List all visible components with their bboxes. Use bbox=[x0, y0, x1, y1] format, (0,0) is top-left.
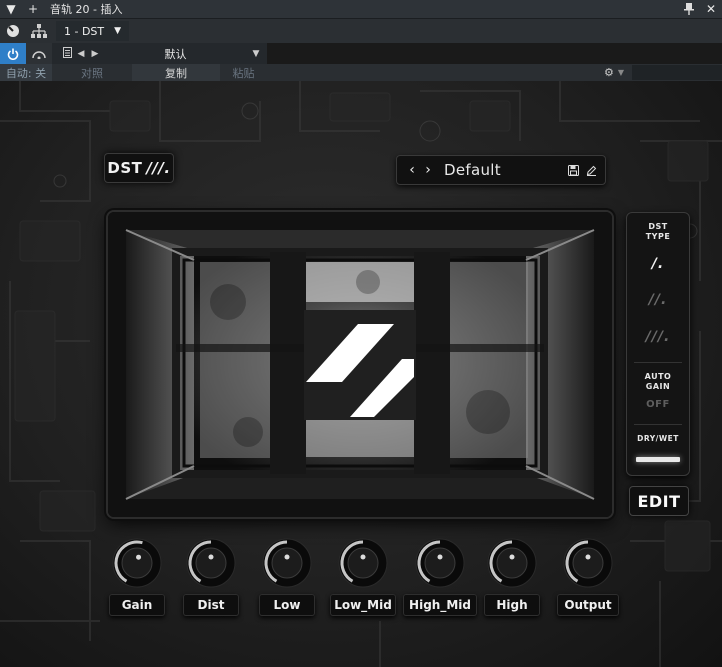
close-icon[interactable]: ✕ bbox=[700, 0, 722, 19]
gear-icon: ⚙ bbox=[603, 66, 614, 79]
track-select[interactable]: 1 - DST ▼ bbox=[56, 21, 130, 41]
host-preset-select[interactable]: ◀ ▶ 默认 ▼ bbox=[60, 43, 267, 64]
bypass-button[interactable] bbox=[26, 43, 52, 64]
plugin-preset-name[interactable]: Default bbox=[444, 161, 564, 179]
logo-slashes: ///. bbox=[146, 159, 171, 177]
previous-preset-icon[interactable]: ‹ bbox=[404, 162, 420, 178]
track-toolbar: 1 - DST ▼ bbox=[0, 19, 722, 43]
auto-gain-label-1: AUTO bbox=[644, 372, 672, 381]
preset-toolbar: ◀ ▶ 默认 ▼ bbox=[0, 43, 267, 64]
settings-button[interactable]: ⚙ ▼ bbox=[597, 64, 631, 81]
separator bbox=[634, 362, 682, 363]
knob-label-gain: Gain bbox=[109, 594, 165, 616]
paste-button[interactable]: 粘贴 bbox=[220, 64, 267, 81]
track-select-label: 1 - DST bbox=[64, 24, 105, 38]
dst-type-label-2: TYPE bbox=[645, 232, 671, 241]
host-title-bar: ▼ + 音轨 20 - 插入 ✕ bbox=[0, 0, 722, 19]
automation-button[interactable]: 自动: 关 bbox=[0, 64, 52, 81]
plugin-panel: DST ///. ‹ › Default DST TYPE /. //. ///… bbox=[0, 81, 722, 667]
knob-low-mid[interactable] bbox=[337, 537, 389, 589]
preset-list-icon[interactable] bbox=[60, 46, 74, 61]
copy-button[interactable]: 复制 bbox=[132, 64, 220, 81]
power-button[interactable] bbox=[0, 43, 26, 64]
plugin-preset-bar: ‹ › Default bbox=[396, 155, 606, 185]
visualizer-display bbox=[108, 212, 612, 517]
next-preset-icon[interactable]: ▶ bbox=[88, 49, 102, 59]
chevron-down-icon: ▼ bbox=[114, 26, 122, 36]
auto-gain-label-2: GAIN bbox=[645, 382, 671, 391]
knob-low[interactable] bbox=[261, 537, 313, 589]
knob-dist[interactable] bbox=[185, 537, 237, 589]
dst-type-option-2[interactable]: //. bbox=[626, 292, 690, 308]
network-icon[interactable] bbox=[26, 19, 52, 43]
dst-type-option-1[interactable]: /. bbox=[626, 256, 690, 272]
dry-wet-slider[interactable] bbox=[636, 457, 680, 462]
chevron-down-icon: ▼ bbox=[252, 48, 260, 59]
knob-label-low-mid: Low_Mid bbox=[330, 594, 396, 616]
knob-label-output: Output bbox=[557, 594, 619, 616]
logo-text: DST bbox=[107, 159, 143, 177]
dst-type-label-1: DST bbox=[648, 222, 668, 231]
compare-toolbar: 自动: 关 对照 复制 粘贴 ⚙ ▼ bbox=[0, 64, 722, 81]
separator bbox=[634, 424, 682, 425]
host-preset-name: 默认 bbox=[164, 47, 187, 61]
auto-gain-toggle[interactable]: OFF bbox=[626, 400, 690, 410]
pin-icon[interactable] bbox=[678, 0, 700, 19]
next-preset-icon[interactable]: › bbox=[420, 162, 436, 178]
edit-button[interactable]: EDIT bbox=[629, 486, 689, 516]
dst-side-panel: DST TYPE /. //. ///. AUTO GAIN OFF DRY/W… bbox=[626, 212, 690, 476]
previous-preset-icon[interactable]: ◀ bbox=[74, 49, 88, 59]
compare-button[interactable]: 对照 bbox=[52, 64, 132, 81]
knob-output[interactable] bbox=[562, 537, 614, 589]
routing-dial-icon[interactable] bbox=[0, 19, 26, 43]
knob-label-low: Low bbox=[259, 594, 315, 616]
add-icon[interactable]: + bbox=[22, 0, 44, 19]
edit-pencil-icon[interactable] bbox=[582, 165, 600, 176]
logo-button[interactable]: DST ///. bbox=[104, 153, 174, 183]
knob-label-high-mid: High_Mid bbox=[403, 594, 477, 616]
visualizer-art bbox=[108, 212, 612, 517]
save-icon[interactable] bbox=[564, 164, 582, 176]
dst-type-option-3[interactable]: ///. bbox=[626, 329, 690, 345]
knob-label-high: High bbox=[484, 594, 540, 616]
knob-gain[interactable] bbox=[111, 537, 163, 589]
knob-high-mid[interactable] bbox=[414, 537, 466, 589]
dry-wet-label: DRY/WET bbox=[637, 434, 679, 443]
knob-high[interactable] bbox=[486, 537, 538, 589]
host-side-field bbox=[632, 65, 722, 80]
chevron-down-icon: ▼ bbox=[617, 68, 625, 77]
window-title: 音轨 20 - 插入 bbox=[50, 3, 123, 16]
knob-label-dist: Dist bbox=[183, 594, 239, 616]
menu-triangle-icon[interactable]: ▼ bbox=[0, 0, 22, 19]
